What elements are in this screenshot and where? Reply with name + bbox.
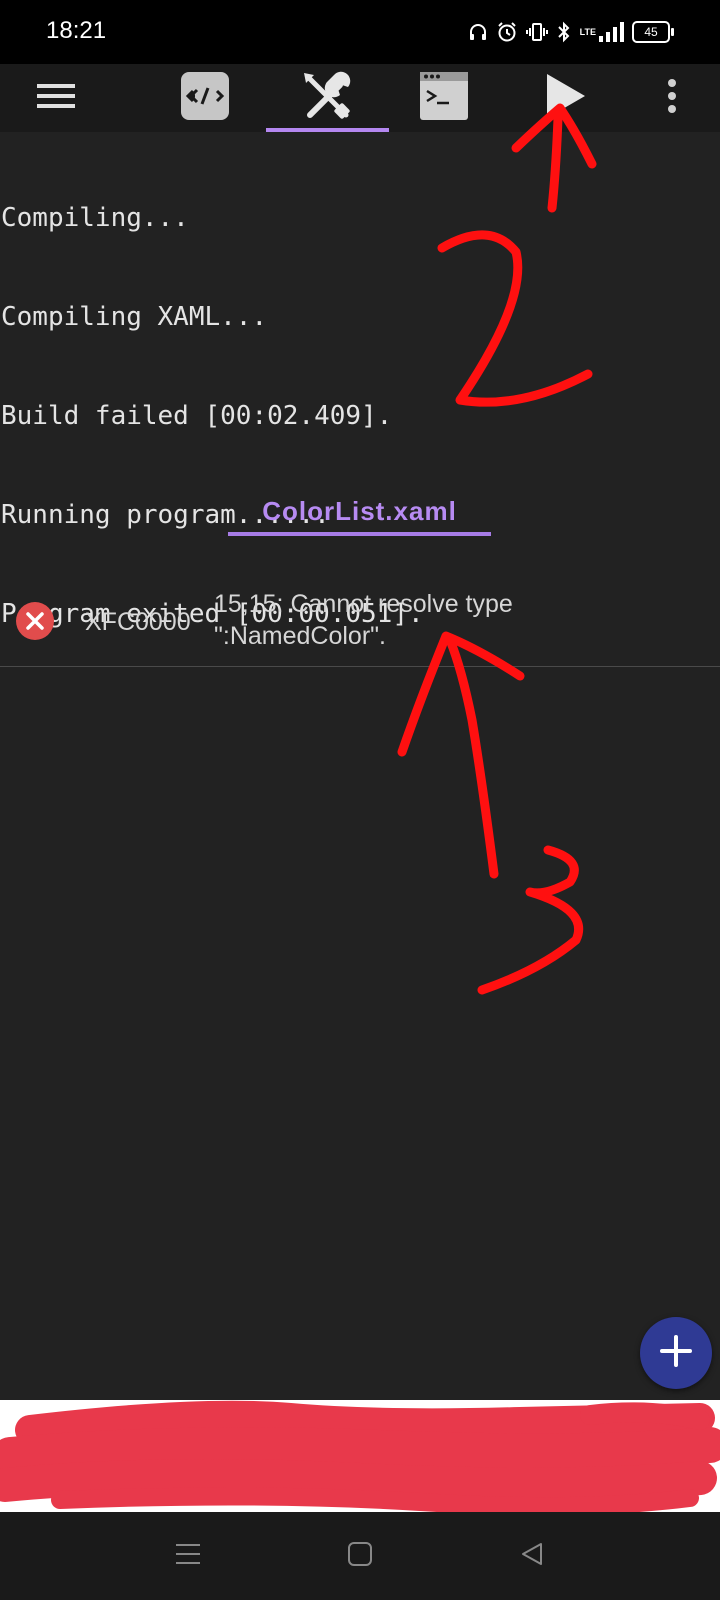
- battery-icon: 45: [632, 21, 674, 43]
- status-bar: 18:21 LTE 45: [0, 0, 720, 64]
- play-icon: [543, 72, 587, 125]
- toolbar: [0, 64, 720, 132]
- tools-icon: [300, 69, 354, 128]
- error-message: 15,15: Cannot resolve type ":NamedColor"…: [214, 590, 513, 650]
- network-type: LTE: [579, 26, 596, 37]
- console-line: Build failed [00:02.409].: [1, 401, 393, 431]
- error-icon: [16, 602, 54, 640]
- error-row[interactable]: XFC0000 15,15: Cannot resolve type ":Nam…: [0, 580, 720, 667]
- menu-icon: [37, 81, 75, 116]
- bluetooth-icon: [556, 21, 572, 43]
- tab-build[interactable]: [292, 64, 362, 132]
- console-line: Compiling...: [1, 203, 189, 233]
- recent-apps-button[interactable]: [166, 1534, 210, 1578]
- ad-banner[interactable]: [0, 1400, 720, 1512]
- back-icon: [519, 1541, 545, 1572]
- recents-icon: [175, 1542, 201, 1571]
- headset-icon: [468, 22, 488, 42]
- more-vert-icon: [667, 78, 677, 118]
- redaction-scribble: [0, 1400, 720, 1512]
- navigation-bar: [0, 1512, 720, 1600]
- add-button[interactable]: [640, 1317, 712, 1389]
- vibrate-icon: [525, 21, 548, 43]
- tab-terminal[interactable]: [418, 64, 470, 132]
- file-tab-indicator: [228, 532, 491, 536]
- home-button[interactable]: [338, 1534, 382, 1578]
- home-icon: [347, 1541, 373, 1572]
- run-button[interactable]: [540, 64, 590, 132]
- back-button[interactable]: [510, 1534, 554, 1578]
- tab-code[interactable]: [180, 64, 230, 132]
- signal-icon: [598, 21, 624, 43]
- console-line: Compiling XAML...: [1, 302, 268, 332]
- code-icon: [181, 71, 229, 125]
- status-time: 18:21: [46, 17, 107, 44]
- file-tab-colorlist[interactable]: ColorList.xaml: [228, 496, 491, 527]
- annotation-arrow-error: [445, 635, 499, 879]
- error-code: XFC0000: [85, 608, 191, 636]
- more-options-button[interactable]: [650, 64, 694, 132]
- plus-icon: [659, 1334, 693, 1373]
- terminal-icon: [419, 71, 469, 126]
- menu-button[interactable]: [30, 64, 82, 132]
- status-icons: LTE 45: [468, 18, 674, 46]
- annotation-number-3: [477, 845, 584, 995]
- active-tab-indicator: [266, 128, 389, 132]
- alarm-icon: [496, 21, 518, 43]
